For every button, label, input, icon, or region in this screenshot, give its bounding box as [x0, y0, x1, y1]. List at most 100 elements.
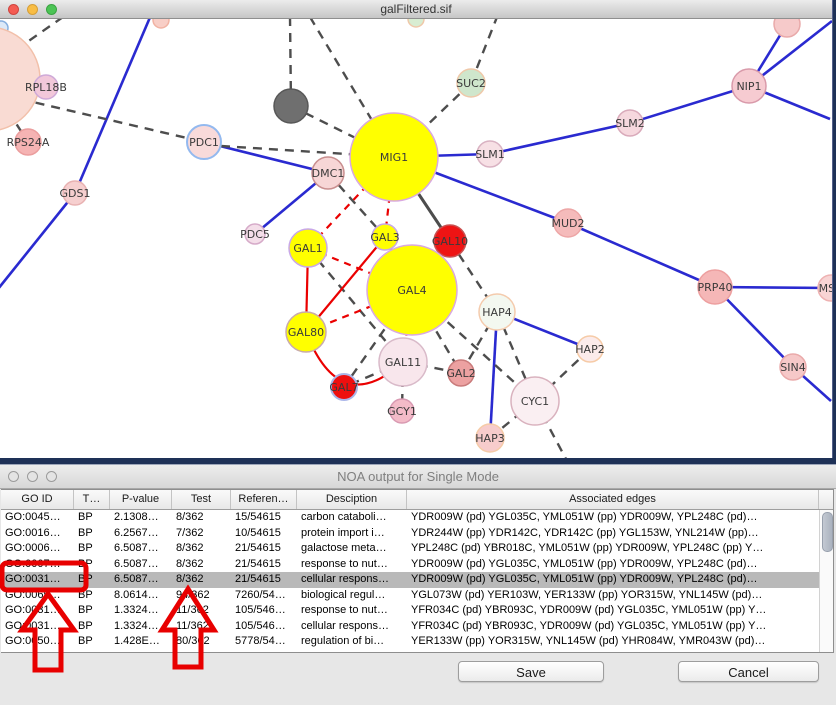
table-cell: BP	[74, 572, 110, 588]
table-cell: cellular respons…	[297, 619, 407, 635]
column-header-4[interactable]: Referen…	[231, 490, 297, 509]
table-cell: BP	[74, 603, 110, 619]
table-cell: GO:0050…	[1, 634, 74, 650]
cancel-button[interactable]: Cancel	[678, 661, 819, 682]
table-cell: 105/546…	[231, 619, 297, 635]
table-cell: BP	[74, 541, 110, 557]
table-cell: GO:0007…	[1, 557, 74, 573]
node-label-GAL7: GAL7	[329, 381, 358, 394]
table-cell: YDR009W (pd) YGL035C, YML051W (pp) YDR00…	[407, 557, 819, 573]
column-header-6[interactable]: Associated edges	[407, 490, 819, 509]
network-edge[interactable]	[568, 223, 715, 287]
table-body: GO:0045…BP2.1308…8/36215/54615carbon cat…	[1, 510, 833, 650]
table-row[interactable]: GO:0065…BP8.0614…94/3627260/54…biologica…	[1, 588, 833, 604]
table-cell: GO:0016…	[1, 526, 74, 542]
noa-window-titlebar[interactable]: NOA output for Single Mode	[0, 465, 836, 489]
column-header-2[interactable]: P-value	[110, 490, 172, 509]
table-row[interactable]: GO:0031…BP6.5087…8/36221/54615cellular r…	[1, 572, 833, 588]
table-cell: 8/362	[172, 557, 231, 573]
table-cell: 21/54615	[231, 572, 297, 588]
table-row[interactable]: GO:0045…BP2.1308…8/36215/54615carbon cat…	[1, 510, 833, 526]
noa-window: NOA output for Single Mode GO IDT…P-valu…	[0, 464, 836, 705]
node-label-GAL10: GAL10	[432, 235, 468, 248]
column-header-5[interactable]: Desciption	[297, 490, 407, 509]
table-row[interactable]: GO:0007…BP6.5087…8/36221/54615response t…	[1, 557, 833, 573]
table-cell: BP	[74, 526, 110, 542]
network-edge[interactable]	[630, 86, 749, 123]
node-label-GAL80: GAL80	[288, 326, 324, 339]
table-row[interactable]: GO:0031…BP1.3324…11/362105/546…cellular …	[1, 619, 833, 635]
table-cell: 11/362	[172, 619, 231, 635]
node-label-SLM1: SLM1	[475, 148, 505, 161]
network-edge[interactable]	[490, 123, 630, 154]
column-header-3[interactable]: Test	[172, 490, 231, 509]
network-canvas[interactable]: RPL18BRPS24AGDS1PDC1DMC1MIG1PDC5SUC2SLM1…	[0, 19, 832, 458]
network-node-big-pink-left[interactable]	[0, 27, 40, 131]
column-header-1[interactable]: T…	[74, 490, 110, 509]
node-label-SIN4: SIN4	[780, 361, 805, 374]
table-row[interactable]: GO:0006…BP6.5087…8/36221/54615galactose …	[1, 541, 833, 557]
network-window-title: galFiltered.sif	[0, 2, 832, 16]
table-cell: 8/362	[172, 572, 231, 588]
table-row[interactable]: GO:0031…BP1.3324…11/362105/546…response …	[1, 603, 833, 619]
table-cell: 8/362	[172, 541, 231, 557]
table-cell: 15/54615	[231, 510, 297, 526]
table-cell: 11/362	[172, 603, 231, 619]
network-window-titlebar[interactable]: galFiltered.sif	[0, 0, 832, 19]
table-cell: 6.5087…	[110, 557, 172, 573]
table-cell: BP	[74, 619, 110, 635]
table-cell: carbon cataboli…	[297, 510, 407, 526]
network-edge[interactable]	[0, 193, 75, 289]
table-cell: 8.0614…	[110, 588, 172, 604]
table-row[interactable]: GO:0050…BP1.428E…80/3625778/54…regulatio…	[1, 634, 833, 650]
table-cell: 105/546…	[231, 603, 297, 619]
table-cell: YFR034C (pd) YBR093C, YDR009W (pd) YGL03…	[407, 619, 819, 635]
scrollbar-thumb[interactable]	[822, 512, 833, 552]
network-node-edge-top-center[interactable]	[153, 19, 169, 28]
table-cell: 80/362	[172, 634, 231, 650]
table-cell: YFR034C (pd) YBR093C, YDR009W (pd) YGL03…	[407, 603, 819, 619]
network-node-unnamed-gray[interactable]	[274, 89, 308, 123]
network-edge[interactable]	[75, 19, 151, 193]
table-row[interactable]: GO:0016…BP6.2567…7/36210/54615protein im…	[1, 526, 833, 542]
table-cell: 10/54615	[231, 526, 297, 542]
node-label-CYC1: CYC1	[521, 395, 549, 408]
table-cell: 6.2567…	[110, 526, 172, 542]
table-cell: YGL073W (pd) YER103W, YER133W (pp) YOR31…	[407, 588, 819, 604]
table-cell: 21/54615	[231, 541, 297, 557]
node-label-HAP4: HAP4	[482, 306, 511, 319]
node-label-GAL2: GAL2	[446, 367, 475, 380]
network-node-edge-top-green[interactable]	[408, 19, 424, 27]
node-label-SUC2: SUC2	[456, 77, 486, 90]
table-cell: 1.428E…	[110, 634, 172, 650]
table-cell: GO:0031…	[1, 572, 74, 588]
node-label-HAP3: HAP3	[475, 432, 504, 445]
table-scrollbar[interactable]	[819, 510, 833, 652]
noa-window-title: NOA output for Single Mode	[0, 469, 836, 484]
table-cell: YPL248C (pd) YBR018C, YML051W (pp) YDR00…	[407, 541, 819, 557]
table-cell: 6.5087…	[110, 541, 172, 557]
table-cell: 94/362	[172, 588, 231, 604]
node-label-GCY1: GCY1	[387, 405, 417, 418]
node-label-MUD2: MUD2	[551, 217, 584, 230]
table-cell: response to nut…	[297, 557, 407, 573]
network-node-edge-top-right[interactable]	[774, 19, 800, 37]
table-cell: GO:0031…	[1, 619, 74, 635]
node-label-PDC1: PDC1	[189, 136, 219, 149]
node-label-GAL1: GAL1	[293, 242, 322, 255]
table-cell: 6.5087…	[110, 572, 172, 588]
table-cell: response to nut…	[297, 603, 407, 619]
column-header-0[interactable]: GO ID	[1, 490, 74, 509]
node-label-GAL11: GAL11	[385, 356, 421, 369]
node-label-PDC5: PDC5	[240, 228, 270, 241]
table-cell: galactose meta…	[297, 541, 407, 557]
save-button[interactable]: Save	[458, 661, 604, 682]
network-edge[interactable]	[490, 312, 497, 438]
table-cell: YER133W (pp) YOR315W, YNL145W (pd) YHR08…	[407, 634, 819, 650]
node-label-GAL3: GAL3	[370, 231, 399, 244]
node-label-DMC1: DMC1	[312, 167, 345, 180]
table-cell: 5778/54…	[231, 634, 297, 650]
table-header: GO IDT…P-valueTestReferen…DesciptionAsso…	[1, 490, 833, 510]
node-label-GAL4: GAL4	[397, 284, 426, 297]
node-label-RPL18B: RPL18B	[25, 81, 67, 94]
